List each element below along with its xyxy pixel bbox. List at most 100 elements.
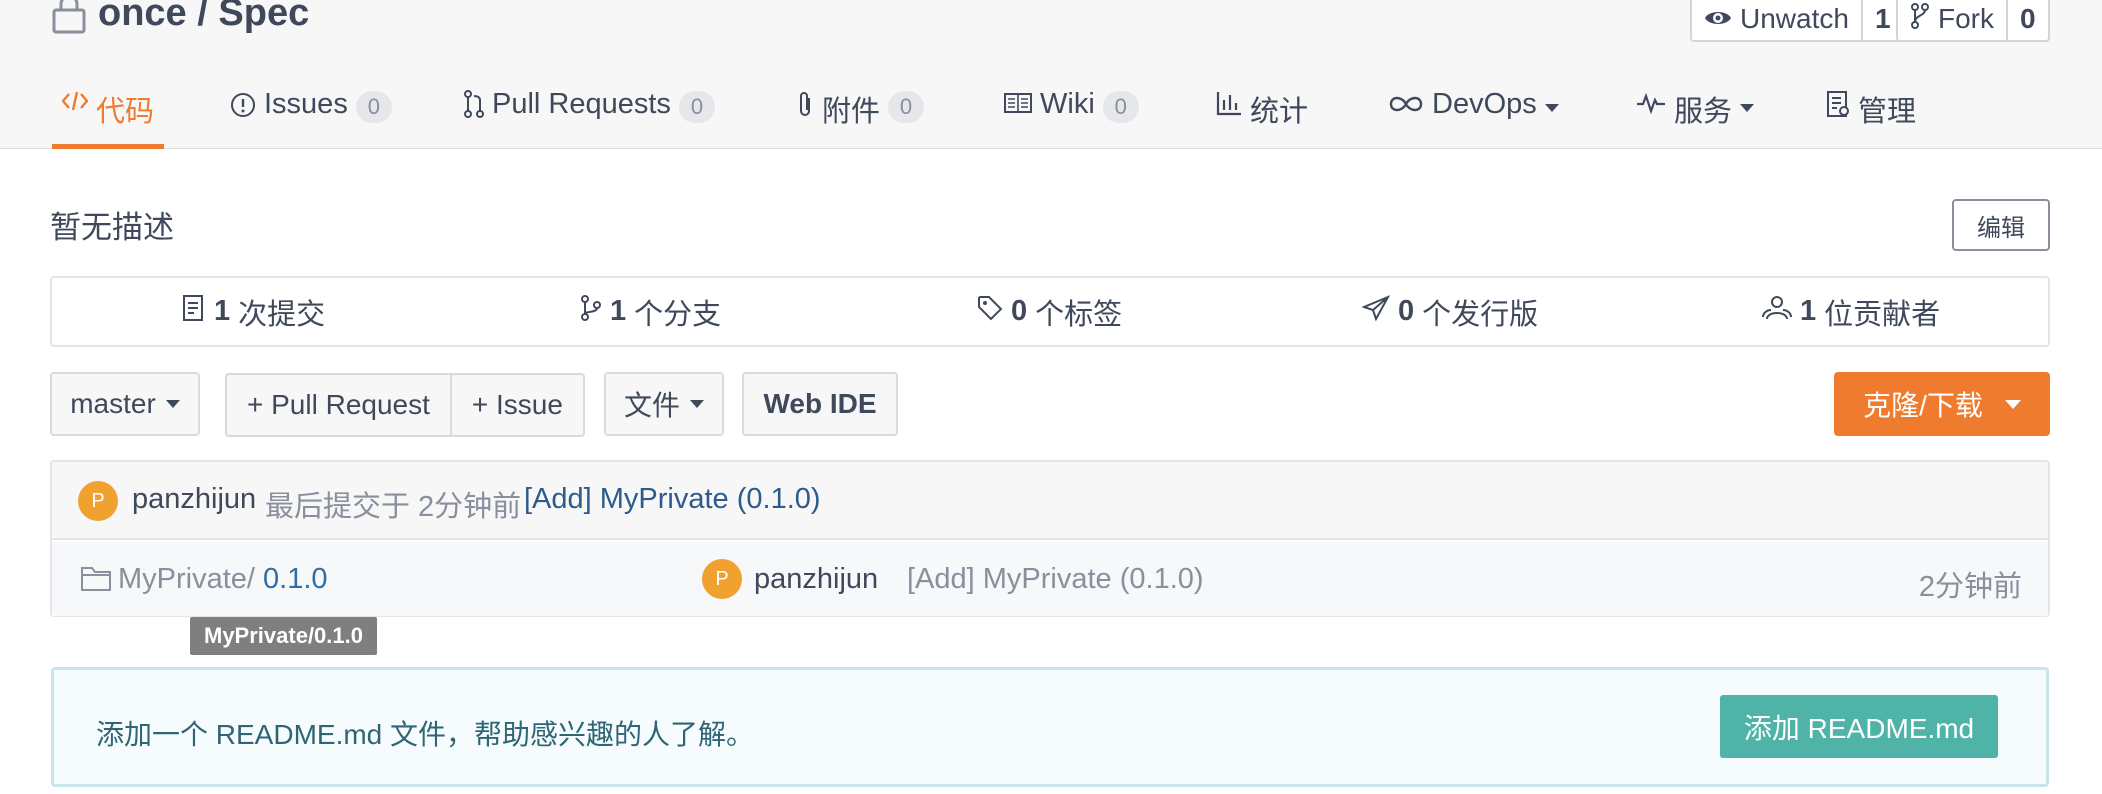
file-commit-message[interactable]: [Add] MyPrivate (0.1.0) [907,563,1204,596]
tab-attachments[interactable]: 附件 0 [796,80,925,149]
contributors-icon [1762,295,1792,329]
fork-button[interactable]: Fork [1898,0,2008,40]
file-commit-time: 2分钟前 [1918,571,2022,603]
chevron-down-icon [1740,104,1755,112]
commit-icon [182,294,206,330]
pull-request-icon [464,88,484,126]
stat-releases-count: 0 [1398,295,1415,327]
branch-select[interactable]: master [50,372,200,436]
stat-commits-count: 1 [214,295,231,327]
fork-icon [1910,2,1930,36]
file-browser: P panzhijun 最后提交于 2分钟前 [Add] MyPrivate (… [50,460,2050,617]
repo-name-label[interactable]: Spec [218,0,309,34]
branch-select-label: master [70,388,156,419]
chevron-down-icon [690,400,704,408]
release-icon [1361,294,1391,329]
stat-releases[interactable]: 0 个发行版 [1361,278,1539,345]
settings-doc-icon [1826,88,1850,126]
table-row[interactable]: MyPrivate/ 0.1.0 P panzhijun [Add] MyPri… [52,542,2048,616]
tab-stats[interactable]: 统计 [1216,80,1308,149]
repo-header: once / Spec Unwatch 1 Fork 0 代码 Issues 0… [0,0,2102,149]
paperclip-icon [796,88,814,128]
repo-description: 暂无描述 [50,210,174,245]
fork-label: Fork [1938,3,1994,34]
eye-icon [1704,3,1732,35]
repo-title: once / Spec [50,0,309,35]
tab-manage-label: 管理 [1858,96,1917,128]
stat-contributors-label: 位贡献者 [1824,298,1941,331]
new-issue-button[interactable]: + Issue [449,375,583,435]
edit-description-button[interactable]: 编辑 [1952,199,2050,251]
issue-icon [230,88,256,126]
tab-manage[interactable]: 管理 [1826,80,1916,149]
readme-notice-text: 添加一个 README.md 文件，帮助感兴趣的人了解。 [96,719,755,750]
tab-pull-requests[interactable]: Pull Requests 0 [464,80,715,149]
fork-group: Fork 0 [1896,0,2050,42]
chart-icon [1216,88,1242,124]
commit-meta: 最后提交于 2分钟前 [265,491,522,523]
tab-code-label: 代码 [96,96,155,128]
tab-devops[interactable]: DevOps [1388,80,1559,149]
pulse-icon [1636,88,1666,123]
stat-tags-count: 0 [1011,295,1028,327]
file-author-link[interactable]: panzhijun [754,563,878,596]
tab-stats-label: 统计 [1250,96,1309,128]
stat-tags-label: 个标签 [1035,298,1123,331]
repo-name[interactable]: once / Spec [98,0,309,35]
file-version[interactable]: 0.1.0 [263,563,328,595]
tab-wiki[interactable]: Wiki 0 [1004,80,1139,149]
unwatch-label: Unwatch [1740,3,1849,34]
tab-attachments-count: 0 [888,91,925,123]
lock-icon [50,0,88,34]
file-path[interactable]: MyPrivate/ [118,563,255,595]
new-item-group: + Pull Request + Issue [225,373,585,437]
tag-icon [977,295,1003,329]
repo-owner[interactable]: once [98,0,187,34]
repo-stats-bar: 1 次提交 1 个分支 0 个标签 0 个发行版 1 位贡献者 [50,276,2050,347]
tab-code[interactable]: 代码 [51,80,165,149]
folder-icon [80,563,112,593]
clone-download-label: 克隆/下载 [1863,390,1983,421]
chevron-down-icon [1544,104,1559,112]
stat-contributors[interactable]: 1 位贡献者 [1762,278,1940,345]
stat-branches[interactable]: 1 个分支 [580,278,721,345]
avatar[interactable]: P [702,559,742,599]
stat-releases-label: 个发行版 [1422,298,1539,331]
stat-branches-label: 个分支 [634,298,722,331]
unwatch-button[interactable]: Unwatch [1692,0,1863,40]
book-icon [1004,88,1032,123]
tab-services[interactable]: 服务 [1636,80,1755,149]
code-icon [61,88,89,121]
tab-attachments-label: 附件 [822,96,881,128]
stat-tags[interactable]: 0 个标签 [977,278,1122,345]
stat-commits-label: 次提交 [238,298,326,331]
fork-count[interactable]: 0 [2008,0,2048,40]
stat-branches-count: 1 [610,295,627,327]
commit-message-link[interactable]: [Add] MyPrivate (0.1.0) [524,483,821,516]
tab-wiki-count: 0 [1102,91,1139,123]
avatar[interactable]: P [78,481,118,521]
new-pull-request-button[interactable]: + Pull Request [227,375,450,435]
stat-commits[interactable]: 1 次提交 [182,278,325,345]
tab-issues-count: 0 [355,91,392,123]
branch-icon [580,294,602,330]
tab-devops-label: DevOps [1432,88,1537,120]
clone-download-button[interactable]: 克隆/下载 [1834,372,2050,436]
web-ide-button[interactable]: Web IDE [742,372,898,436]
file-menu-button[interactable]: 文件 [604,372,724,436]
tab-pull-requests-label: Pull Requests [492,88,671,120]
file-name-link[interactable]: MyPrivate/ 0.1.0 [118,563,328,596]
last-commit-bar: P panzhijun 最后提交于 2分钟前 [Add] MyPrivate (… [52,462,2048,540]
repo-separator: / [186,0,219,34]
watch-group: Unwatch 1 [1690,0,1905,42]
tab-services-label: 服务 [1674,96,1733,128]
chevron-down-icon [2004,399,2021,409]
file-menu-label: 文件 [623,390,680,421]
infinity-icon [1388,88,1424,123]
tab-issues-label: Issues [264,88,348,120]
commit-author-link[interactable]: panzhijun [132,483,256,516]
tab-issues[interactable]: Issues 0 [230,80,392,149]
chevron-down-icon [165,400,180,408]
add-readme-button[interactable]: 添加 README.md [1720,695,1998,758]
tab-pull-requests-count: 0 [678,91,715,123]
